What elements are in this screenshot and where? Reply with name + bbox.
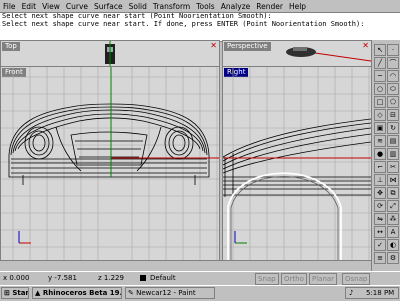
ellipse-tool-icon[interactable]: ⬭ bbox=[387, 83, 399, 95]
surface-tool-icon[interactable]: ◇ bbox=[374, 109, 386, 121]
menu-tools[interactable]: Tools bbox=[193, 1, 217, 12]
taskbar-item-rhinoceros[interactable]: ▲ Rhinoceros Beta 19... bbox=[32, 287, 122, 299]
box-tool-icon[interactable]: ▤ bbox=[387, 135, 399, 147]
tool-palette: ↖ · ╱ ⌒ ~ ◠ ○ ⬭ □ ⬠ ◇ ⊟ ▣ ↻ ≋ ▤ ● ▥ ⌐ ✂ … bbox=[371, 40, 400, 271]
start-button[interactable]: ⊞ Start bbox=[1, 287, 29, 299]
coord-z: z 1.229 bbox=[98, 274, 124, 282]
rhino-app-icon: ▲ bbox=[35, 289, 41, 297]
menu-curve[interactable]: Curve bbox=[63, 1, 91, 12]
cylinder-tool-icon[interactable]: ▥ bbox=[387, 148, 399, 160]
polygon-tool-icon[interactable]: ⬠ bbox=[387, 96, 399, 108]
speaker-icon[interactable]: ♪ bbox=[349, 288, 353, 298]
move-tool-icon[interactable]: ✥ bbox=[374, 187, 386, 199]
taskbar: ⊞ Start ▲ Rhinoceros Beta 19... ✎ Newcar… bbox=[0, 285, 400, 301]
scale-tool-icon[interactable]: ⤢ bbox=[387, 200, 399, 212]
curve-tool-icon[interactable]: ~ bbox=[374, 70, 386, 82]
perspective-car-thumbnail bbox=[286, 47, 371, 62]
ortho-toggle[interactable]: Ortho bbox=[281, 273, 307, 285]
paint-app-icon: ✎ bbox=[128, 289, 134, 297]
revolve-tool-icon[interactable]: ↻ bbox=[387, 122, 399, 134]
taskbar-item-label: Rhinoceros Beta 19... bbox=[42, 289, 122, 297]
split-tool-icon[interactable]: ⊥ bbox=[374, 174, 386, 186]
windows-logo-icon: ⊞ bbox=[4, 289, 10, 297]
array-tool-icon[interactable]: ⁂ bbox=[387, 213, 399, 225]
dimension-tool-icon[interactable]: ↔ bbox=[374, 226, 386, 238]
sweep-tool-icon[interactable]: ≋ bbox=[374, 135, 386, 147]
viewport-perspective[interactable]: Perspective ✕ bbox=[222, 40, 372, 67]
trim-tool-icon[interactable]: ✂ bbox=[387, 161, 399, 173]
clock: 5:18 PM bbox=[366, 289, 395, 297]
start-label: Start bbox=[12, 289, 29, 297]
menu-bar: File Edit View Curve Surface Solid Trans… bbox=[0, 0, 400, 12]
loft-tool-icon[interactable]: ⊟ bbox=[387, 109, 399, 121]
copy-tool-icon[interactable]: ⧉ bbox=[387, 187, 399, 199]
analyze-tool-icon[interactable]: ✓ bbox=[374, 239, 386, 251]
text-tool-icon[interactable]: A bbox=[387, 226, 399, 238]
layer-color-swatch bbox=[140, 275, 146, 281]
axis-indicator bbox=[18, 231, 31, 244]
menu-transform[interactable]: Transform bbox=[150, 1, 193, 12]
point-tool-icon[interactable]: · bbox=[387, 44, 399, 56]
mirror-tool-icon[interactable]: ⇋ bbox=[374, 213, 386, 225]
viewport-front[interactable]: Front bbox=[0, 66, 220, 261]
render-tool-icon[interactable]: ◐ bbox=[387, 239, 399, 251]
menu-help[interactable]: Help bbox=[286, 1, 309, 12]
menu-analyze[interactable]: Analyze bbox=[218, 1, 254, 12]
menu-file[interactable]: File bbox=[0, 1, 19, 12]
rectangle-tool-icon[interactable]: □ bbox=[374, 96, 386, 108]
circle-tool-icon[interactable]: ○ bbox=[374, 83, 386, 95]
planar-toggle[interactable]: Planar bbox=[309, 273, 338, 285]
viewport-right[interactable]: Right bbox=[222, 66, 372, 261]
extrude-tool-icon[interactable]: ▣ bbox=[374, 122, 386, 134]
viewport-top[interactable]: Top ✕ bbox=[0, 40, 220, 67]
command-history[interactable]: Select next shape curve near start (Poin… bbox=[0, 12, 400, 42]
rotate-tool-icon[interactable]: ⟳ bbox=[374, 200, 386, 212]
system-tray: ♪ 5:18 PM bbox=[345, 287, 399, 299]
osnap-toggle[interactable]: Osnap bbox=[342, 273, 371, 285]
polyline-tool-icon[interactable]: ⌒ bbox=[387, 57, 399, 69]
axis-indicator bbox=[234, 231, 247, 244]
coord-x: x 0.000 bbox=[3, 274, 30, 282]
layer-tool-icon[interactable]: ≡ bbox=[374, 252, 386, 264]
join-tool-icon[interactable]: ⋈ bbox=[387, 174, 399, 186]
status-bar: x 0.000 y -7.581 z 1.229 Default Snap Or… bbox=[0, 271, 400, 286]
menu-render[interactable]: Render bbox=[253, 1, 286, 12]
arc-tool-icon[interactable]: ◠ bbox=[387, 70, 399, 82]
viewport-divider bbox=[0, 260, 370, 271]
current-layer[interactable]: Default bbox=[150, 273, 176, 283]
menu-solid[interactable]: Solid bbox=[126, 1, 150, 12]
menu-surface[interactable]: Surface bbox=[91, 1, 126, 12]
taskbar-item-paint[interactable]: ✎ Newcar12 - Paint bbox=[125, 287, 215, 299]
fillet-tool-icon[interactable]: ⌐ bbox=[374, 161, 386, 173]
menu-view[interactable]: View bbox=[39, 1, 63, 12]
properties-tool-icon[interactable]: ⚙ bbox=[387, 252, 399, 264]
taskbar-item-label: Newcar12 - Paint bbox=[136, 289, 196, 297]
line-tool-icon[interactable]: ╱ bbox=[374, 57, 386, 69]
front-view-wireframe bbox=[1, 67, 219, 260]
command-line-2: Select next shape curve near start. If d… bbox=[2, 19, 365, 28]
menu-edit[interactable]: Edit bbox=[19, 1, 40, 12]
coord-y: y -7.581 bbox=[48, 274, 77, 282]
top-view-car-thumbnail bbox=[105, 41, 115, 66]
select-tool-icon[interactable]: ↖ bbox=[374, 44, 386, 56]
right-view-wireframe bbox=[223, 67, 371, 260]
sphere-tool-icon[interactable]: ● bbox=[374, 148, 386, 160]
snap-toggle[interactable]: Snap bbox=[255, 273, 279, 285]
